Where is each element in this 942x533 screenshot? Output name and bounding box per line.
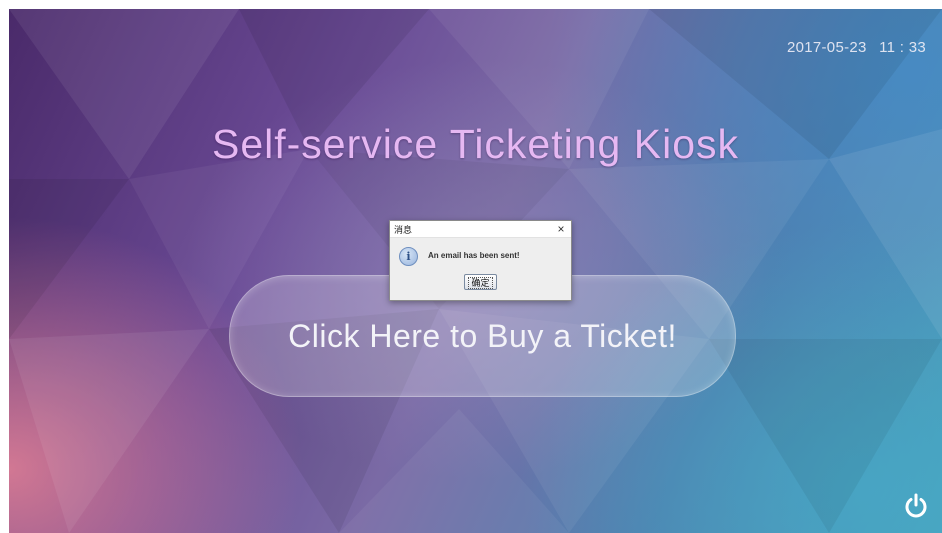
- kiosk-screen: 2017-05-23 11 : 33 Self-service Ticketin…: [9, 9, 942, 533]
- buy-ticket-label: Click Here to Buy a Ticket!: [288, 317, 677, 354]
- message-dialog: 消息 × i An email has been sent! 确定: [389, 220, 572, 301]
- power-button[interactable]: [899, 489, 933, 523]
- ok-button[interactable]: 确定: [464, 274, 497, 290]
- power-icon: [905, 493, 927, 518]
- date-text: 2017-05-23: [786, 39, 867, 56]
- dialog-title: 消息: [394, 225, 413, 235]
- info-icon: i: [399, 247, 418, 266]
- close-icon[interactable]: ×: [554, 221, 568, 237]
- time-text: 11 : 33: [879, 39, 926, 56]
- ok-button-label: 确定: [468, 277, 493, 289]
- dialog-message: An email has been sent!: [428, 251, 520, 260]
- dialog-titlebar[interactable]: 消息 ×: [390, 221, 571, 238]
- kiosk-title: Self-service Ticketing Kiosk: [211, 121, 739, 167]
- date-time-display: 2017-05-23 11 : 33: [787, 39, 926, 56]
